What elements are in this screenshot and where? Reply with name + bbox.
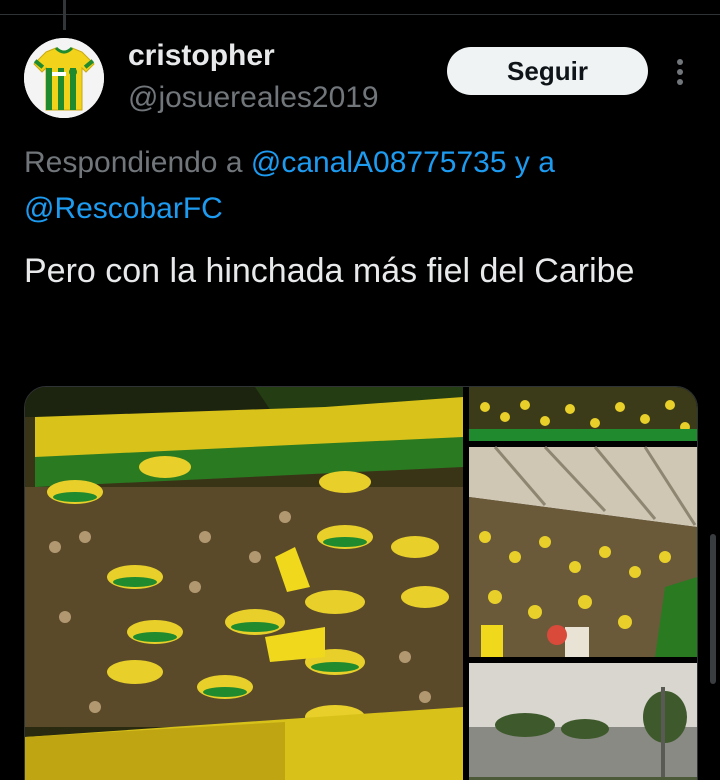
follow-button[interactable]: Seguir (447, 47, 648, 95)
media-photo-stadium-exterior[interactable] (469, 663, 697, 780)
media-photo-stands-top[interactable] (469, 387, 697, 441)
user-handle[interactable]: @josuereales2019 (128, 80, 379, 116)
avatar[interactable] (24, 38, 104, 118)
mention-link-2[interactable]: @RescobarFC (24, 192, 223, 225)
tweet-text: Pero con la hinchada más fiel del Caribe (24, 252, 635, 290)
divider (0, 14, 720, 15)
tweet-page: cristopher @josuereales2019 Seguir Respo… (0, 0, 720, 780)
thread-connector-line (63, 0, 66, 30)
media-grid (24, 386, 698, 780)
media-photo-umbrella-crowd[interactable] (25, 387, 463, 780)
more-vertical-icon[interactable] (670, 52, 690, 92)
mention-link-1[interactable]: @canalA08775735 (251, 146, 507, 179)
replying-to-line: Respondiendo a @canalA08775735 y a @Resco… (24, 140, 694, 232)
media-photo-stadium-roof[interactable] (469, 445, 697, 657)
mention-joiner: y a (506, 146, 555, 179)
scrollbar[interactable] (710, 534, 716, 684)
jersey-avatar-icon (24, 38, 104, 118)
display-name[interactable]: cristopher (128, 38, 275, 74)
replying-prefix: Respondiendo a (24, 146, 251, 179)
